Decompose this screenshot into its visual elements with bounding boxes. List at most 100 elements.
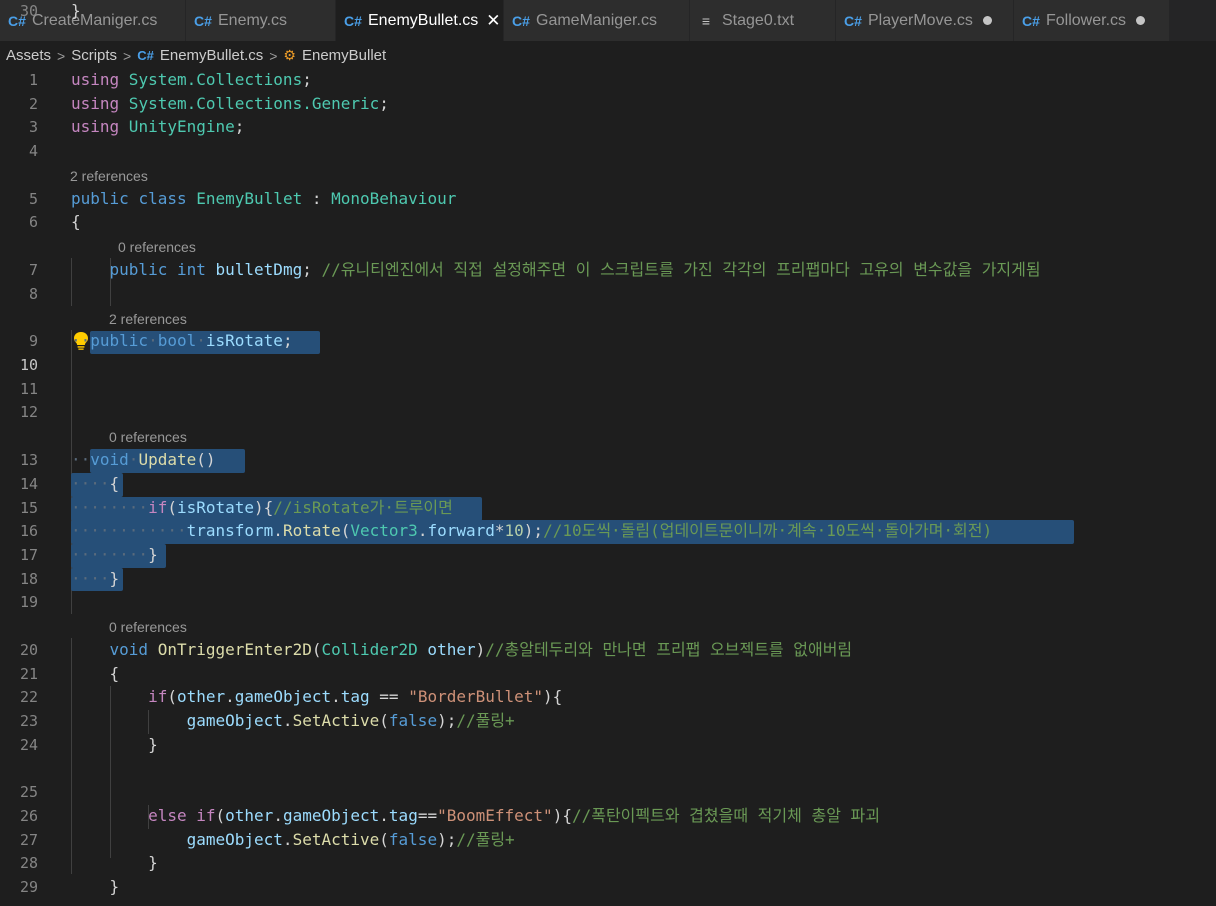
line-number[interactable]: 20	[0, 639, 38, 661]
code-editor[interactable]: 2 references 0 references 2 references 0…	[0, 0, 1216, 906]
code-token: tag	[340, 687, 370, 706]
code-line[interactable]: }	[71, 852, 158, 874]
code-token: 10	[504, 521, 524, 540]
code-line[interactable]: public class EnemyBullet : MonoBehaviour	[71, 188, 456, 210]
code-token: }	[148, 545, 158, 564]
code-token: else	[148, 806, 187, 825]
line-number[interactable]: 11	[0, 378, 38, 400]
code-line[interactable]: gameObject.SetActive(false);//풀링+	[71, 710, 515, 732]
code-token: ············	[71, 521, 187, 540]
line-number[interactable]: 18	[0, 568, 38, 590]
line-number[interactable]: 23	[0, 710, 38, 732]
codelens-references[interactable]: 0 references	[118, 238, 196, 256]
code-token: void	[90, 450, 129, 469]
code-line[interactable]: ····}	[71, 568, 119, 590]
code-line[interactable]: }	[71, 734, 158, 756]
code-token: forward	[427, 521, 495, 540]
code-token: tag	[388, 806, 418, 825]
code-line[interactable]: gameObject.SetActive(false);//풀링+	[71, 829, 515, 851]
codelens-references[interactable]: 2 references	[109, 310, 187, 328]
line-number[interactable]: 5	[0, 188, 38, 210]
code-token: Collider2D	[321, 640, 418, 659]
code-token: //풀링+	[456, 711, 515, 730]
line-number[interactable]: 22	[0, 686, 38, 708]
code-token: );	[523, 521, 544, 540]
line-number[interactable]: 16	[0, 520, 38, 542]
code-line[interactable]: ············transform.Rotate(Vector3.for…	[71, 520, 992, 542]
code-token: );	[437, 711, 457, 730]
line-number[interactable]: 2	[0, 93, 38, 115]
code-token: other	[176, 687, 226, 706]
code-line[interactable]: }	[71, 876, 120, 898]
code-token: .	[282, 830, 293, 849]
codelens-references[interactable]: 2 references	[70, 167, 148, 185]
code-token: ·	[128, 450, 139, 469]
code-line[interactable]: if(other.gameObject.tag == "BorderBullet…	[71, 686, 562, 708]
line-number[interactable]: 14	[0, 473, 38, 495]
code-token: ····	[71, 474, 110, 493]
code-token: gameObject	[186, 830, 283, 849]
code-token: MonoBehaviour	[331, 189, 457, 208]
code-token: ········	[71, 498, 149, 517]
code-line[interactable]: ····{	[71, 473, 119, 495]
code-token: {	[71, 664, 120, 683]
code-token: void	[109, 640, 149, 659]
code-line[interactable]: ········if(isRotate){//isRotate가·트루이면	[71, 497, 453, 519]
codelens-references[interactable]: 0 references	[109, 428, 187, 446]
line-number[interactable]: 24	[0, 734, 38, 756]
code-token: }	[71, 735, 158, 754]
line-number[interactable]: 3	[0, 116, 38, 138]
code-token: //10도씩·돌림(업데이트문이니까·계속·10도씩·돌아가며·회전)	[543, 521, 993, 540]
line-number[interactable]: 6	[0, 211, 38, 233]
line-number[interactable]: 7	[0, 259, 38, 281]
code-token: ····	[71, 569, 110, 588]
line-number[interactable]: 29	[0, 876, 38, 898]
code-token: ){	[543, 687, 563, 706]
code-line[interactable]: using System.Collections;	[71, 69, 312, 91]
code-line[interactable]: ··void·Update()	[71, 449, 216, 471]
line-number[interactable]: 1	[0, 69, 38, 91]
line-number[interactable]: 27	[0, 829, 38, 851]
code-line[interactable]: }	[71, 0, 81, 22]
code-token: UnityEngine	[119, 117, 235, 136]
code-token: other	[225, 806, 274, 825]
code-token: using	[71, 94, 120, 113]
code-token: )	[475, 640, 486, 659]
line-number[interactable]: 26	[0, 805, 38, 827]
line-number[interactable]: 10	[0, 354, 38, 376]
line-number[interactable]: 30	[0, 0, 38, 22]
code-token: .	[273, 806, 283, 825]
line-number[interactable]: 15	[0, 497, 38, 519]
code-line[interactable]: else if(other.gameObject.tag=="BoomEffec…	[71, 805, 880, 827]
code-token: Collections.	[196, 94, 312, 113]
line-number[interactable]: 19	[0, 591, 38, 613]
line-number[interactable]: 17	[0, 544, 38, 566]
line-number[interactable]: 21	[0, 663, 38, 685]
code-line[interactable]: ········}	[71, 544, 158, 566]
code-line[interactable]: public int bulletDmg; //유니티엔진에서 직접 설정해주면…	[71, 259, 1041, 281]
code-token: .	[225, 687, 235, 706]
code-token: Collections	[196, 70, 303, 89]
code-token: }	[71, 853, 158, 872]
code-token: "BoomEffect"	[437, 806, 553, 825]
code-line[interactable]: using UnityEngine;	[71, 116, 244, 138]
code-line[interactable]: {	[71, 211, 81, 233]
code-line[interactable]: using System.Collections.Generic;	[71, 93, 389, 115]
line-number[interactable]: 8	[0, 283, 38, 305]
code-token: ;	[302, 70, 312, 89]
line-number[interactable]: 9	[0, 330, 38, 352]
line-number[interactable]: 28	[0, 852, 38, 874]
line-number[interactable]: 13	[0, 449, 38, 471]
code-line[interactable]: {	[71, 663, 120, 685]
code-line[interactable]: void OnTriggerEnter2D(Collider2D other)/…	[71, 639, 853, 661]
code-token: isRotate	[205, 331, 283, 350]
line-number[interactable]: 4	[0, 140, 38, 162]
code-token: //isRotate가·트루이면	[273, 498, 453, 517]
line-number[interactable]: 12	[0, 401, 38, 423]
codelens-references[interactable]: 0 references	[109, 618, 187, 636]
line-number[interactable]: 25	[0, 781, 38, 803]
code-line[interactable]: ··public·bool·isRotate;	[71, 330, 293, 352]
code-token: System.	[119, 94, 197, 113]
